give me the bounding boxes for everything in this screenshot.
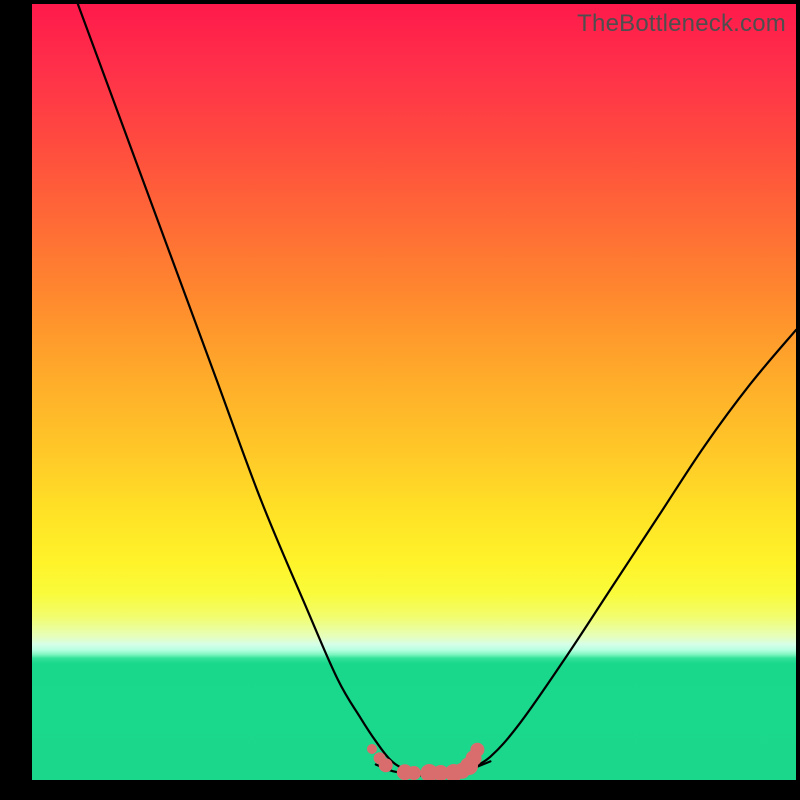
plot-area: TheBottleneck.com	[32, 4, 796, 780]
chart-svg	[32, 4, 796, 780]
series-right-curve	[467, 330, 796, 770]
chart-frame: TheBottleneck.com	[0, 0, 800, 800]
series-left-curve	[78, 4, 422, 774]
marker-layer	[367, 743, 484, 780]
optimal-marker	[367, 744, 377, 754]
optimal-marker	[407, 766, 421, 780]
optimal-marker	[470, 743, 484, 757]
line-layer	[78, 4, 796, 775]
optimal-marker	[379, 758, 393, 772]
